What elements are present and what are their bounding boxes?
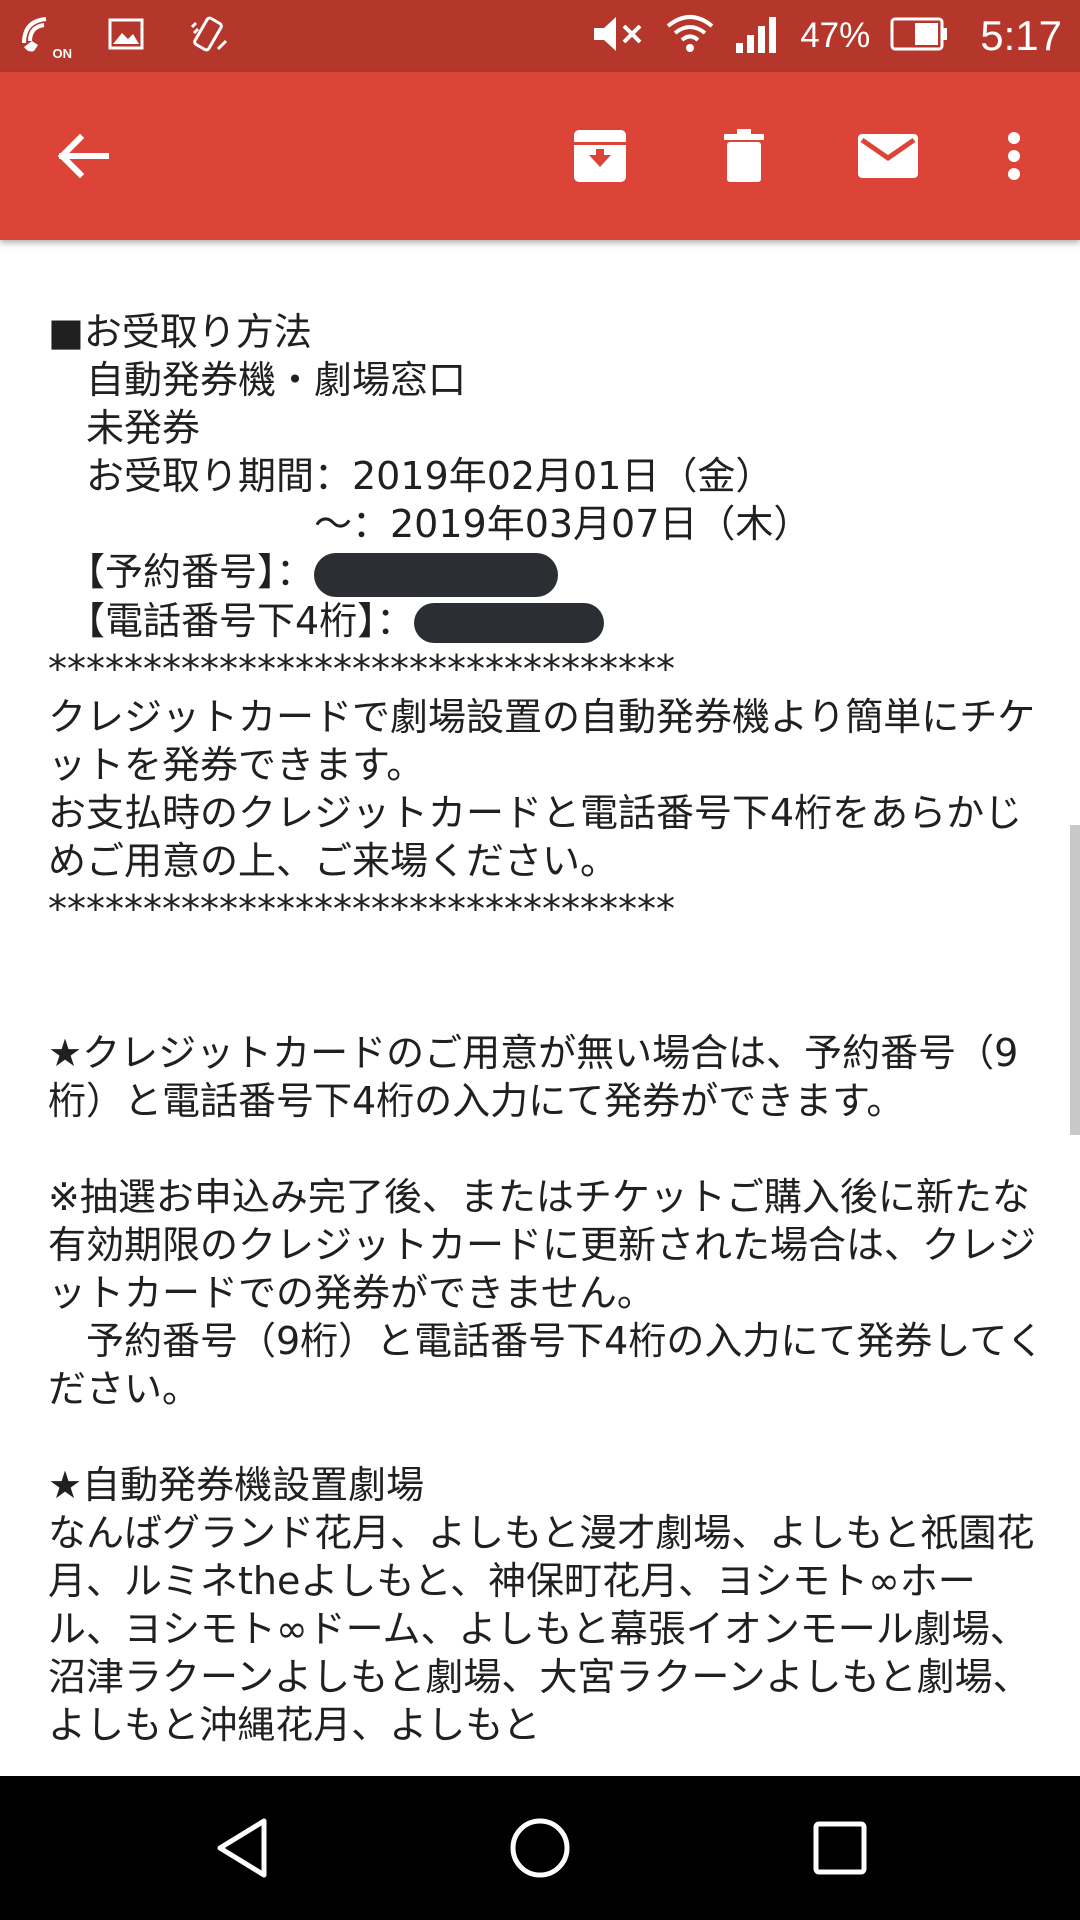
app-bar <box>0 72 1080 240</box>
reservation-number-label: 【予約番号】： <box>48 550 315 594</box>
status-bar-left: ON <box>18 13 230 61</box>
status-bar-right: 47% 5:17 <box>592 12 1062 60</box>
pickup-info: ■お受取り方法 自動発券機・劇場窓口 未発券 お受取り期間：2019年02月01… <box>48 310 812 546</box>
redacted-reservation-number <box>314 552 559 597</box>
wifi-calling-icon: ON <box>18 13 72 61</box>
recents-square-icon[interactable] <box>800 1808 880 1888</box>
battery-icon <box>890 16 950 57</box>
signal-icon <box>734 15 780 58</box>
status-bar: ON 47% 5:17 <box>0 0 1080 72</box>
image-icon <box>108 18 144 54</box>
archive-icon[interactable] <box>560 116 640 196</box>
phone-digits-label: 【電話番号下4桁】： <box>48 598 415 643</box>
wifi-icon <box>666 14 714 59</box>
ticket-instructions: ********************************* クレジットカ… <box>48 646 1045 1747</box>
delete-icon[interactable] <box>704 116 784 196</box>
email-body: ■お受取り方法 自動発券機・劇場窓口 未発券 お受取り期間：2019年02月01… <box>48 308 1048 1749</box>
battery-percent: 47% <box>800 16 871 55</box>
clock: 5:17 <box>980 12 1062 59</box>
more-vert-icon[interactable] <box>974 116 1054 196</box>
mute-icon <box>592 14 646 59</box>
redacted-phone-digits <box>414 603 605 643</box>
navigation-bar <box>0 1776 1080 1920</box>
scrollbar[interactable] <box>1070 825 1080 1135</box>
back-triangle-icon[interactable] <box>202 1808 282 1888</box>
mark-unread-icon[interactable] <box>848 116 928 196</box>
home-circle-icon[interactable] <box>500 1808 580 1888</box>
vibrate-icon <box>188 13 230 59</box>
back-arrow-icon[interactable] <box>42 116 122 196</box>
email-content[interactable]: ■お受取り方法 自動発券機・劇場窓口 未発券 お受取り期間：2019年02月01… <box>0 240 1080 1776</box>
wifi-calling-label: ON <box>52 46 73 61</box>
